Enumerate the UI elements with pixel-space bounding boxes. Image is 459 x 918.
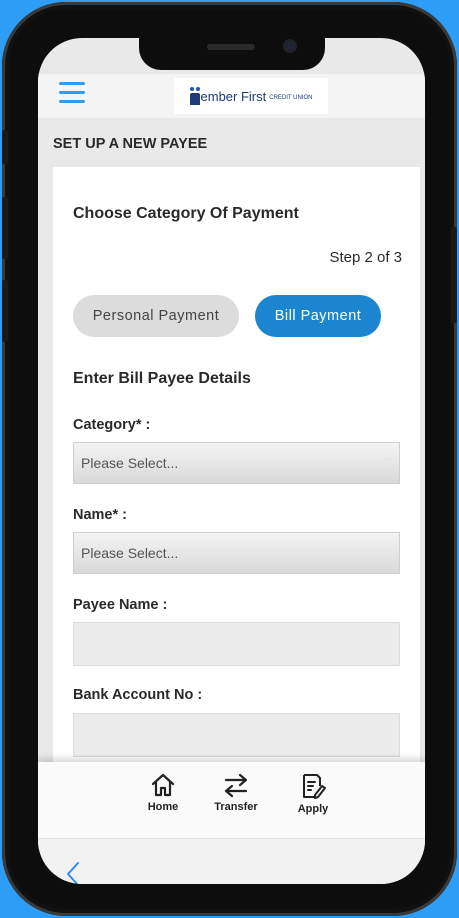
category-select-value: Please Select...: [81, 455, 179, 471]
page-title: SET UP A NEW PAYEE: [53, 136, 208, 152]
bottom-tab-bar: Home Transfer Apply: [38, 762, 425, 838]
category-label: Category* :: [73, 417, 151, 433]
form-heading: Choose Category Of Payment: [73, 205, 299, 222]
home-icon: [151, 773, 175, 797]
name-select[interactable]: Please Select...: [73, 532, 400, 574]
payee-name-input[interactable]: [73, 622, 400, 666]
tab-home[interactable]: Home: [133, 772, 193, 813]
bank-account-label: Bank Account No :: [73, 687, 203, 703]
front-camera: [285, 41, 295, 51]
back-chevron-icon[interactable]: [66, 861, 80, 884]
tab-apply[interactable]: Apply: [283, 772, 343, 815]
step-indicator: Step 2 of 3: [329, 249, 402, 266]
chevron-down-icon: [385, 458, 393, 465]
volume-down-button: [2, 280, 8, 342]
logo-subtext: CREDIT UNION: [269, 95, 313, 101]
notch: [139, 38, 325, 70]
payee-form-card: Choose Category Of Payment Step 2 of 3 P…: [53, 167, 420, 767]
screen: ember First CREDIT UNION SET UP A NEW PA…: [38, 38, 425, 884]
browser-nav-bar: [38, 838, 425, 884]
menu-icon[interactable]: [59, 82, 85, 104]
tab-transfer-label: Transfer: [214, 801, 258, 813]
tab-home-label: Home: [147, 801, 179, 813]
power-button: [451, 227, 457, 323]
personal-payment-button[interactable]: Personal Payment: [73, 295, 239, 337]
apply-icon: [303, 774, 326, 799]
mute-switch: [2, 130, 8, 164]
payee-name-label: Payee Name :: [73, 597, 168, 613]
logo-text: ember First: [200, 88, 267, 104]
logo-m-icon: [189, 87, 200, 105]
app-header: ember First CREDIT UNION: [38, 74, 425, 118]
phone-frame: ember First CREDIT UNION SET UP A NEW PA…: [2, 2, 457, 916]
speaker-grille: [207, 44, 255, 50]
brand-logo: ember First CREDIT UNION: [174, 78, 328, 114]
category-select[interactable]: Please Select...: [73, 442, 400, 484]
transfer-icon: [224, 773, 248, 798]
chevron-down-icon: [385, 548, 393, 555]
bill-payment-button[interactable]: Bill Payment: [255, 295, 381, 337]
tab-transfer[interactable]: Transfer: [206, 772, 266, 813]
details-heading: Enter Bill Payee Details: [73, 370, 251, 387]
tab-apply-label: Apply: [297, 803, 329, 815]
name-label: Name* :: [73, 507, 127, 523]
volume-up-button: [2, 197, 8, 259]
bank-account-input[interactable]: [73, 713, 400, 757]
name-select-value: Please Select...: [81, 545, 179, 561]
